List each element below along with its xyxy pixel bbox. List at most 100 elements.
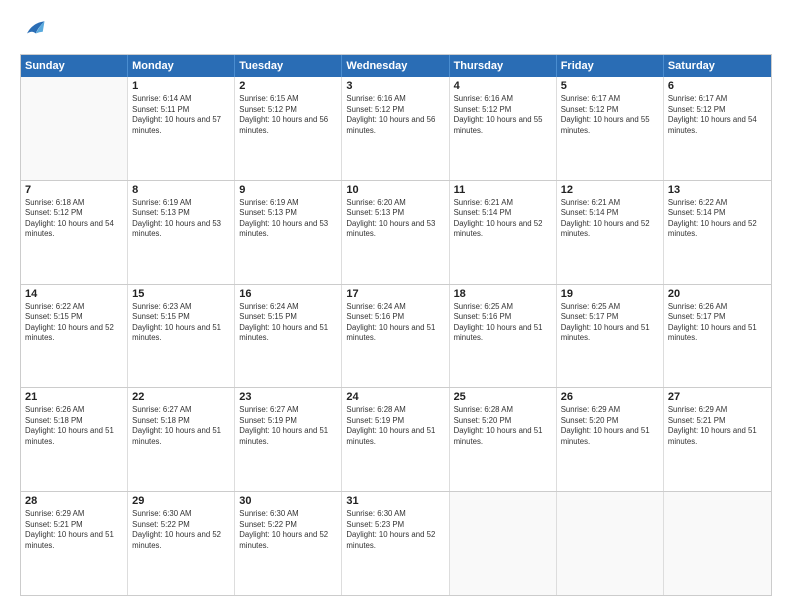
cell-info: Sunrise: 6:15 AMSunset: 5:12 PMDaylight:…: [239, 94, 337, 136]
day-number: 19: [561, 288, 659, 300]
calendar-cell: 29 Sunrise: 6:30 AMSunset: 5:22 PMDayligh…: [128, 492, 235, 595]
day-number: 6: [668, 80, 767, 92]
calendar-cell: [21, 77, 128, 180]
calendar-cell: 31 Sunrise: 6:30 AMSunset: 5:23 PMDayligh…: [342, 492, 449, 595]
cell-info: Sunrise: 6:22 AMSunset: 5:14 PMDaylight:…: [668, 198, 767, 240]
calendar-cell: 18 Sunrise: 6:25 AMSunset: 5:16 PMDayligh…: [450, 285, 557, 388]
cell-info: Sunrise: 6:28 AMSunset: 5:20 PMDaylight:…: [454, 405, 552, 447]
cell-info: Sunrise: 6:27 AMSunset: 5:18 PMDaylight:…: [132, 405, 230, 447]
day-number: 16: [239, 288, 337, 300]
day-number: 4: [454, 80, 552, 92]
calendar-week: 28 Sunrise: 6:29 AMSunset: 5:21 PMDayligh…: [21, 492, 771, 595]
day-number: 20: [668, 288, 767, 300]
day-number: 9: [239, 184, 337, 196]
calendar-week: 7 Sunrise: 6:18 AMSunset: 5:12 PMDaylight…: [21, 181, 771, 285]
calendar-cell: 14Sunrise: 6:22 AMSunset: 5:15 PMDayligh…: [21, 285, 128, 388]
calendar-cell: 5Sunrise: 6:17 AMSunset: 5:12 PMDaylight…: [557, 77, 664, 180]
cell-info: Sunrise: 6:21 AMSunset: 5:14 PMDaylight:…: [454, 198, 552, 240]
cell-info: Sunrise: 6:19 AMSunset: 5:13 PMDaylight:…: [239, 198, 337, 240]
calendar-cell: 10Sunrise: 6:20 AMSunset: 5:13 PMDayligh…: [342, 181, 449, 284]
calendar-cell: 12 Sunrise: 6:21 AMSunset: 5:14 PMDayligh…: [557, 181, 664, 284]
day-number: 24: [346, 391, 444, 403]
cell-info: Sunrise: 6:25 AMSunset: 5:16 PMDaylight:…: [454, 302, 552, 344]
day-number: 28: [25, 495, 123, 507]
calendar-cell: 17Sunrise: 6:24 AMSunset: 5:16 PMDayligh…: [342, 285, 449, 388]
day-number: 3: [346, 80, 444, 92]
calendar-cell: [450, 492, 557, 595]
logo: [20, 16, 52, 44]
calendar-cell: 8 Sunrise: 6:19 AMSunset: 5:13 PMDaylight…: [128, 181, 235, 284]
calendar-cell: 13 Sunrise: 6:22 AMSunset: 5:14 PMDayligh…: [664, 181, 771, 284]
cell-info: Sunrise: 6:14 AMSunset: 5:11 PMDaylight:…: [132, 94, 230, 136]
day-number: 31: [346, 495, 444, 507]
cell-info: Sunrise: 6:25 AMSunset: 5:17 PMDaylight:…: [561, 302, 659, 344]
day-number: 14: [25, 288, 123, 300]
day-number: 21: [25, 391, 123, 403]
day-number: 18: [454, 288, 552, 300]
calendar-cell: 27 Sunrise: 6:29 AMSunset: 5:21 PMDayligh…: [664, 388, 771, 491]
cell-info: Sunrise: 6:24 AMSunset: 5:15 PMDaylight:…: [239, 302, 337, 344]
calendar-week: 1 Sunrise: 6:14 AMSunset: 5:11 PMDaylight…: [21, 77, 771, 181]
calendar-cell: 28 Sunrise: 6:29 AMSunset: 5:21 PMDayligh…: [21, 492, 128, 595]
day-number: 26: [561, 391, 659, 403]
calendar-cell: 6Sunrise: 6:17 AMSunset: 5:12 PMDaylight…: [664, 77, 771, 180]
cell-info: Sunrise: 6:19 AMSunset: 5:13 PMDaylight:…: [132, 198, 230, 240]
calendar-cell: 16 Sunrise: 6:24 AMSunset: 5:15 PMDayligh…: [235, 285, 342, 388]
page: SundayMondayTuesdayWednesdayThursdayFrid…: [0, 0, 792, 612]
cell-info: Sunrise: 6:16 AMSunset: 5:12 PMDaylight:…: [346, 94, 444, 136]
calendar-cell: 20 Sunrise: 6:26 AMSunset: 5:17 PMDayligh…: [664, 285, 771, 388]
cell-info: Sunrise: 6:29 AMSunset: 5:20 PMDaylight:…: [561, 405, 659, 447]
cell-info: Sunrise: 6:30 AMSunset: 5:22 PMDaylight:…: [132, 509, 230, 551]
day-number: 10: [346, 184, 444, 196]
day-number: 1: [132, 80, 230, 92]
logo-icon: [20, 16, 48, 44]
day-number: 7: [25, 184, 123, 196]
calendar-header-cell: Tuesday: [235, 55, 342, 77]
calendar-cell: 2 Sunrise: 6:15 AMSunset: 5:12 PMDaylight…: [235, 77, 342, 180]
cell-info: Sunrise: 6:21 AMSunset: 5:14 PMDaylight:…: [561, 198, 659, 240]
calendar-cell: 24 Sunrise: 6:28 AMSunset: 5:19 PMDayligh…: [342, 388, 449, 491]
cell-info: Sunrise: 6:26 AMSunset: 5:18 PMDaylight:…: [25, 405, 123, 447]
cell-info: Sunrise: 6:30 AMSunset: 5:22 PMDaylight:…: [239, 509, 337, 551]
cell-info: Sunrise: 6:16 AMSunset: 5:12 PMDaylight:…: [454, 94, 552, 136]
cell-info: Sunrise: 6:29 AMSunset: 5:21 PMDaylight:…: [25, 509, 123, 551]
cell-info: Sunrise: 6:28 AMSunset: 5:19 PMDaylight:…: [346, 405, 444, 447]
calendar-cell: 9 Sunrise: 6:19 AMSunset: 5:13 PMDaylight…: [235, 181, 342, 284]
calendar-cell: 15Sunrise: 6:23 AMSunset: 5:15 PMDayligh…: [128, 285, 235, 388]
calendar: SundayMondayTuesdayWednesdayThursdayFrid…: [20, 54, 772, 596]
calendar-cell: 25Sunrise: 6:28 AMSunset: 5:20 PMDayligh…: [450, 388, 557, 491]
calendar-cell: 3 Sunrise: 6:16 AMSunset: 5:12 PMDaylight…: [342, 77, 449, 180]
day-number: 27: [668, 391, 767, 403]
calendar-body: 1 Sunrise: 6:14 AMSunset: 5:11 PMDaylight…: [21, 77, 771, 595]
day-number: 12: [561, 184, 659, 196]
calendar-header-cell: Monday: [128, 55, 235, 77]
calendar-cell: 23Sunrise: 6:27 AMSunset: 5:19 PMDayligh…: [235, 388, 342, 491]
cell-info: Sunrise: 6:18 AMSunset: 5:12 PMDaylight:…: [25, 198, 123, 240]
day-number: 8: [132, 184, 230, 196]
calendar-cell: 30Sunrise: 6:30 AMSunset: 5:22 PMDayligh…: [235, 492, 342, 595]
calendar-cell: 21 Sunrise: 6:26 AMSunset: 5:18 PMDayligh…: [21, 388, 128, 491]
calendar-cell: 22 Sunrise: 6:27 AMSunset: 5:18 PMDayligh…: [128, 388, 235, 491]
day-number: 22: [132, 391, 230, 403]
calendar-header-cell: Thursday: [450, 55, 557, 77]
calendar-week: 14Sunrise: 6:22 AMSunset: 5:15 PMDayligh…: [21, 285, 771, 389]
day-number: 11: [454, 184, 552, 196]
calendar-cell: 4 Sunrise: 6:16 AMSunset: 5:12 PMDaylight…: [450, 77, 557, 180]
day-number: 29: [132, 495, 230, 507]
calendar-week: 21 Sunrise: 6:26 AMSunset: 5:18 PMDayligh…: [21, 388, 771, 492]
header: [20, 16, 772, 44]
cell-info: Sunrise: 6:27 AMSunset: 5:19 PMDaylight:…: [239, 405, 337, 447]
day-number: 5: [561, 80, 659, 92]
calendar-cell: 26 Sunrise: 6:29 AMSunset: 5:20 PMDayligh…: [557, 388, 664, 491]
calendar-cell: 19 Sunrise: 6:25 AMSunset: 5:17 PMDayligh…: [557, 285, 664, 388]
calendar-cell: [557, 492, 664, 595]
calendar-header-cell: Sunday: [21, 55, 128, 77]
day-number: 2: [239, 80, 337, 92]
day-number: 13: [668, 184, 767, 196]
day-number: 15: [132, 288, 230, 300]
cell-info: Sunrise: 6:26 AMSunset: 5:17 PMDaylight:…: [668, 302, 767, 344]
cell-info: Sunrise: 6:30 AMSunset: 5:23 PMDaylight:…: [346, 509, 444, 551]
cell-info: Sunrise: 6:29 AMSunset: 5:21 PMDaylight:…: [668, 405, 767, 447]
calendar-header-cell: Wednesday: [342, 55, 449, 77]
calendar-cell: 7 Sunrise: 6:18 AMSunset: 5:12 PMDaylight…: [21, 181, 128, 284]
